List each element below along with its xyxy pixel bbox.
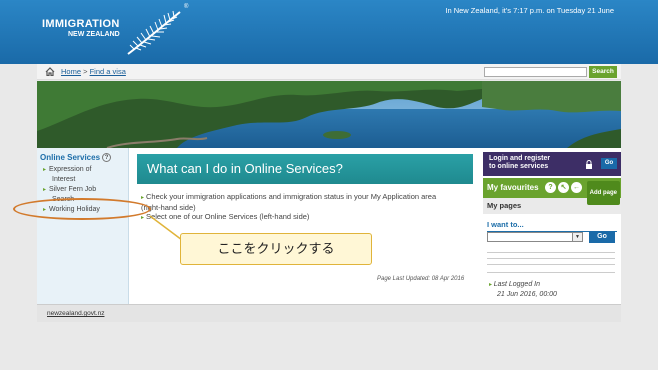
divider xyxy=(487,252,615,253)
sidebar-item-label-2: Interest xyxy=(52,176,76,183)
breadcrumb: Home > Find a visa xyxy=(61,67,126,76)
breadcrumb-bar: Home > Find a visa Search xyxy=(37,64,621,80)
login-line-1: Login and register xyxy=(489,155,551,162)
bullet-text: Check your immigration applications and … xyxy=(146,192,437,201)
online-services-sidebar: Online Services? ▸ Expression of Interest… xyxy=(37,148,129,304)
divider xyxy=(487,272,615,273)
bullet-text: Select one of our Online Services (left-… xyxy=(146,212,310,221)
i-want-to-heading: I want to... xyxy=(487,220,524,229)
site-footer: newzealand.govt.nz xyxy=(37,304,621,322)
help-icon[interactable]: ? xyxy=(102,153,112,162)
divider xyxy=(487,258,615,259)
i-want-to-go-button[interactable]: Go xyxy=(589,231,615,243)
right-column: Login and register to online services Go… xyxy=(483,152,621,298)
my-favourites-bar: My favourites ? ↖ ← Add page xyxy=(483,178,621,205)
login-go-button[interactable]: Go xyxy=(601,158,617,169)
bullet-right-hand-side: (right-hand side) xyxy=(141,203,473,212)
last-logged-label: Last Logged In xyxy=(493,281,541,288)
registered-mark: ® xyxy=(184,4,189,10)
sidebar-item-label: Expression of xyxy=(49,166,92,173)
login-register-box[interactable]: Login and register to online services Go xyxy=(483,152,621,176)
page-title: What can I do in Online Services? xyxy=(137,154,473,184)
content-panel: What can I do in Online Services? ▸ Check… xyxy=(137,154,473,282)
chevron-down-icon: ▼ xyxy=(572,233,582,241)
nz-govt-link[interactable]: newzealand.govt.nz xyxy=(47,310,104,317)
sidebar-item-label: Silver Fern Job xyxy=(49,186,97,193)
silver-fern-icon xyxy=(127,10,181,55)
current-date-time: In New Zealand, it's 7:17 p.m. on Tuesda… xyxy=(445,6,614,15)
arrow-right-icon: ▸ xyxy=(43,167,47,173)
arrow-icon[interactable]: ↖ xyxy=(558,182,569,193)
breadcrumb-home-link[interactable]: Home xyxy=(61,67,81,76)
online-services-title: Online Services xyxy=(40,153,101,162)
breadcrumb-find-visa-link[interactable]: Find a visa xyxy=(90,67,126,76)
search-button[interactable]: Search xyxy=(589,66,617,78)
lock-icon xyxy=(586,160,592,169)
search-input[interactable] xyxy=(484,67,587,77)
bullet-check-applications: ▸ Check your immigration applications and… xyxy=(141,192,473,203)
add-page-button[interactable]: Add page xyxy=(586,181,620,205)
arrow-right-icon: ▸ xyxy=(141,215,145,221)
help-icon[interactable]: ? xyxy=(545,182,556,193)
arrow-right-icon: ▸ xyxy=(141,195,145,201)
my-favourites-label: My favourites xyxy=(487,183,539,192)
immigration-logo[interactable]: IMMIGRATION NEW ZEALAND xyxy=(42,18,120,38)
arrow-right-icon: ▸ xyxy=(43,187,47,193)
divider xyxy=(487,264,615,265)
home-icon[interactable] xyxy=(45,67,55,76)
page-last-updated: Page Last Updated: 08 Apr 2016 xyxy=(377,276,465,282)
login-line-2: to online services xyxy=(489,163,549,170)
bullet-select-service: ▸ Select one of our Online Services (left… xyxy=(141,212,473,223)
coastline-illustration xyxy=(37,81,621,148)
online-services-heading: Online Services? xyxy=(40,153,112,162)
site-header: IMMIGRATION NEW ZEALAND ® In New Zealand… xyxy=(0,0,658,64)
instruction-callout: ここをクリックする xyxy=(180,233,372,265)
favourites-icons: ? ↖ ← xyxy=(545,182,582,193)
breadcrumb-separator: > xyxy=(83,67,88,76)
sidebar-item-expression-of-interest[interactable]: ▸ Expression of Interest xyxy=(43,165,91,184)
hero-landscape-image xyxy=(37,81,621,148)
main-content-area: Online Services? ▸ Expression of Interest… xyxy=(37,148,621,304)
back-arrow-icon[interactable]: ← xyxy=(571,182,582,193)
logo-main-text: IMMIGRATION xyxy=(42,18,120,30)
highlight-ellipse xyxy=(13,198,151,220)
logo-sub-text: NEW ZEALAND xyxy=(68,31,120,38)
i-want-to-select[interactable]: ▼ xyxy=(487,232,583,242)
last-logged-value: 21 Jun 2016, 00:00 xyxy=(497,291,557,298)
last-logged-in: ▸ Last Logged In 21 Jun 2016, 00:00 xyxy=(489,280,557,300)
